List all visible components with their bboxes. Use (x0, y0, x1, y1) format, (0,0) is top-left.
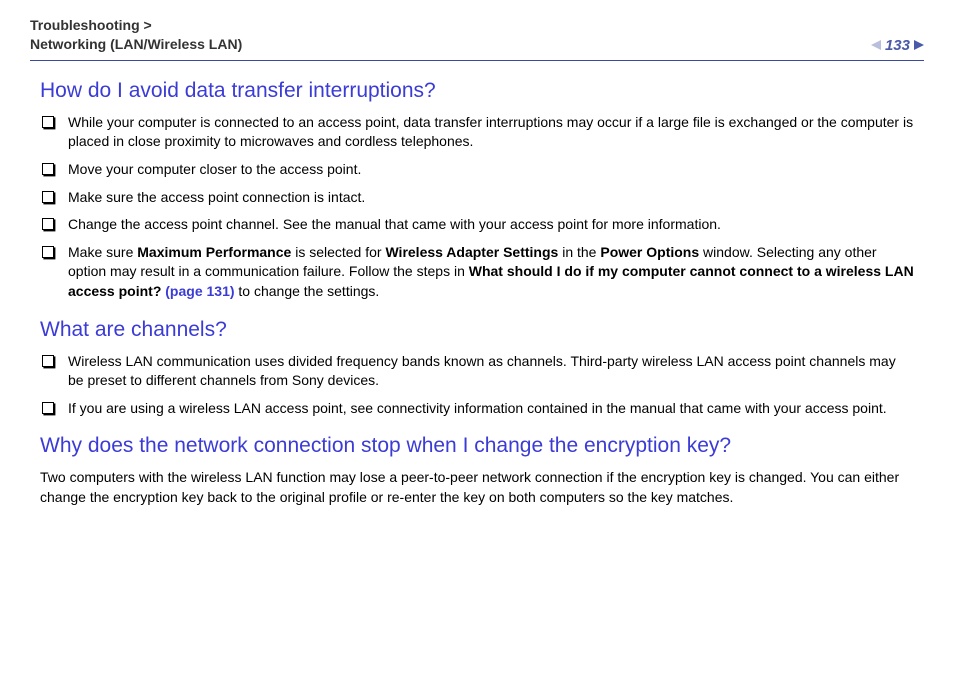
section-1-list: While your computer is connected to an a… (40, 113, 914, 302)
list-item: Make sure the access point connection is… (40, 188, 914, 208)
list-item: Move your computer closer to the access … (40, 160, 914, 180)
list-item: Make sure Maximum Performance is selecte… (40, 243, 914, 302)
bold-text: Maximum Performance (137, 244, 291, 260)
text-run: Make sure (68, 244, 137, 260)
bullet-icon (42, 246, 54, 258)
section-1-title: How do I avoid data transfer interruptio… (40, 79, 914, 103)
section-2-list: Wireless LAN communication uses divided … (40, 352, 914, 419)
text-run: is selected for (291, 244, 385, 260)
list-item: Change the access point channel. See the… (40, 215, 914, 235)
breadcrumb-line2: Networking (LAN/Wireless LAN) (30, 35, 242, 54)
bullet-icon (42, 163, 54, 175)
section-3-title: Why does the network connection stop whe… (40, 434, 914, 458)
bold-text: Power Options (600, 244, 699, 260)
header-rule (30, 60, 924, 61)
content-area: How do I avoid data transfer interruptio… (30, 79, 924, 508)
list-item-text: Make sure the access point connection is… (68, 188, 914, 208)
section-3-body: Two computers with the wireless LAN func… (40, 468, 914, 507)
text-run: to change the settings. (235, 283, 380, 299)
breadcrumb: Troubleshooting > Networking (LAN/Wirele… (30, 16, 242, 54)
section-2-title: What are channels? (40, 318, 914, 342)
list-item-text: If you are using a wireless LAN access p… (68, 399, 914, 419)
page-header: Troubleshooting > Networking (LAN/Wirele… (30, 16, 924, 54)
list-item: Wireless LAN communication uses divided … (40, 352, 914, 391)
page-link[interactable]: (page 131) (161, 283, 234, 299)
bold-text: Wireless Adapter Settings (385, 244, 558, 260)
prev-page-icon[interactable] (871, 40, 881, 50)
list-item: If you are using a wireless LAN access p… (40, 399, 914, 419)
bullet-icon (42, 191, 54, 203)
bullet-icon (42, 218, 54, 230)
list-item-text: Make sure Maximum Performance is selecte… (68, 243, 914, 302)
list-item: While your computer is connected to an a… (40, 113, 914, 152)
next-page-icon[interactable] (914, 40, 924, 50)
bullet-icon (42, 355, 54, 367)
text-run: in the (558, 244, 600, 260)
bullet-icon (42, 116, 54, 128)
breadcrumb-line1: Troubleshooting > (30, 16, 242, 35)
list-item-text: Move your computer closer to the access … (68, 160, 914, 180)
page-number: 133 (885, 37, 910, 54)
list-item-text: Change the access point channel. See the… (68, 215, 914, 235)
list-item-text: While your computer is connected to an a… (68, 113, 914, 152)
list-item-text: Wireless LAN communication uses divided … (68, 352, 914, 391)
bullet-icon (42, 402, 54, 414)
page-number-nav: 133 (871, 37, 924, 54)
page-root: Troubleshooting > Networking (LAN/Wirele… (0, 0, 954, 534)
